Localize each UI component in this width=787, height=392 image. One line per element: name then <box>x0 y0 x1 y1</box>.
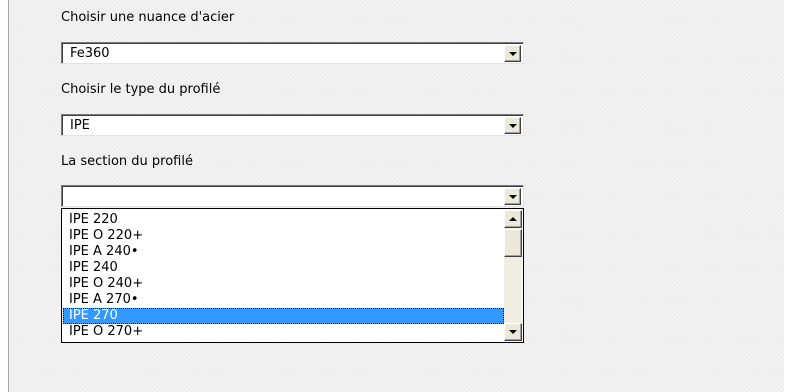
dropdown-option[interactable]: IPE 270 <box>63 308 504 324</box>
profile-section-select[interactable] <box>61 185 524 207</box>
dropdown-option[interactable]: IPE 240 <box>63 260 504 276</box>
dropdown-options: IPE 220 IPE O 220+ IPE A 240• IPE 240 IPE O … <box>63 212 504 340</box>
chevron-down-icon <box>509 195 517 199</box>
chevron-down-icon <box>509 52 517 56</box>
steel-grade-label: Choisir une nuance d'acier <box>61 10 235 25</box>
profile-type-value: IPE <box>70 118 90 133</box>
dropdown-option[interactable]: IPE 220 <box>63 212 504 228</box>
steel-grade-value: Fe360 <box>70 46 110 61</box>
scroll-down-button[interactable] <box>504 323 522 341</box>
profile-section-dropdown-button[interactable] <box>504 188 521 205</box>
profile-section-dropdown-list[interactable]: IPE 220 IPE O 220+ IPE A 240• IPE 240 IPE O … <box>61 208 524 343</box>
steel-grade-dropdown-button[interactable] <box>504 45 521 62</box>
dropdown-option[interactable]: IPE O 220+ <box>63 228 504 244</box>
chevron-down-icon <box>509 124 517 128</box>
profile-section-label: La section du profilé <box>61 154 193 169</box>
profile-type-select[interactable]: IPE <box>61 114 524 136</box>
scroll-thumb[interactable] <box>504 229 522 257</box>
dropdown-scrollbar[interactable] <box>504 210 522 341</box>
dropdown-option[interactable]: IPE A 270• <box>63 292 504 308</box>
dropdown-option[interactable]: IPE O 240+ <box>63 276 504 292</box>
chevron-down-icon <box>509 330 517 334</box>
steel-grade-select[interactable]: Fe360 <box>61 42 524 64</box>
window-margin-left <box>0 0 8 392</box>
profile-type-label: Choisir le type du profilé <box>61 82 221 97</box>
dropdown-option[interactable]: IPE A 240• <box>63 244 504 260</box>
chevron-up-icon <box>509 217 517 221</box>
scroll-up-button[interactable] <box>504 210 522 228</box>
profile-type-dropdown-button[interactable] <box>504 117 521 134</box>
dropdown-option[interactable]: IPE O 270+ <box>63 324 504 340</box>
